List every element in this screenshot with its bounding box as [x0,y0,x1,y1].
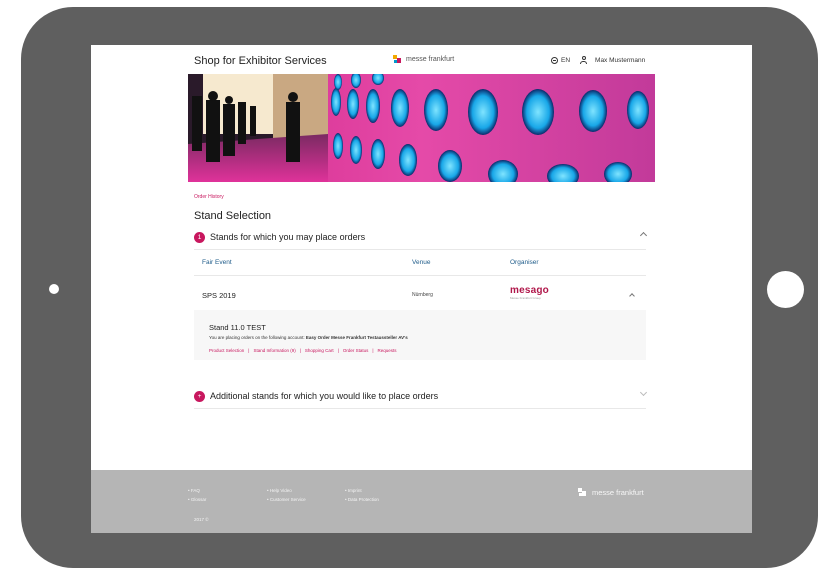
globe-icon[interactable] [551,56,558,64]
footer-col-1: • FAQ • Glossar [188,486,206,504]
camera-dot [49,284,59,294]
brand-logo[interactable]: messe frankfurt [393,55,454,64]
shop-title: Shop for Exhibitor Services [194,55,327,67]
footer-link-help-video[interactable]: • Help Video [267,486,306,495]
screen: Shop for Exhibitor Services messe frankf… [91,45,752,533]
page-title: Stand Selection [194,210,272,222]
breadcrumb-order-history[interactable]: Order History [194,194,224,200]
language-selector[interactable]: EN [561,57,570,64]
footer-col-2: • Help Video • Customer Service [267,486,306,504]
column-header-fair-event: Fair Event [202,259,232,266]
plus-icon[interactable]: + [194,390,205,402]
link-shopping-cart[interactable]: Shopping Cart [305,348,334,353]
messe-frankfurt-logo-icon [393,55,402,64]
footer: • FAQ • Glossar • Help Video • Customer … [91,470,752,533]
footer-brand-name: messe frankfurt [592,488,644,497]
header-right: EN Max Mustermann [551,56,645,64]
column-header-organiser: Organiser [510,259,539,266]
divider [194,275,646,276]
brand-name: messe frankfurt [406,56,455,63]
link-requests[interactable]: Requests [378,348,397,353]
organiser-logo: mesago Messe Frankfurt Group [510,285,549,301]
section-stands-header[interactable]: 1 Stands for which you may place orders [194,230,648,244]
organiser-logo-subtitle: Messe Frankfurt Group [510,296,541,300]
footer-link-customer-service[interactable]: • Customer Service [267,495,306,504]
section-additional-stands-header[interactable]: + Additional stands for which you would … [194,388,648,403]
header: Shop for Exhibitor Services messe frankf… [91,45,752,73]
column-header-venue: Venue [412,259,431,266]
footer-copyright: 2017 © [194,517,209,522]
footer-link-glossar[interactable]: • Glossar [188,495,206,504]
stand-account-name: Easy Order Messe Frankfurt Testausstelle… [305,335,408,340]
footer-link-imprint[interactable]: • Imprint [345,486,379,495]
venue-name: Nürnberg [412,292,433,298]
link-stand-information[interactable]: Stand Information (9) [253,348,295,353]
chevron-down-icon[interactable] [639,388,648,397]
section-title: Stands for which you may place orders [210,232,366,242]
stand-account-info: You are placing orders on the following … [209,335,408,340]
stand-account-prefix: You are placing orders on the following … [209,335,305,340]
organiser-logo-text: mesago [510,285,549,296]
footer-link-data-protection[interactable]: • Data Protection [345,495,379,504]
section-title: Additional stands for which you would li… [210,391,439,401]
user-icon[interactable] [580,56,588,64]
stand-name: Stand 11.0 TEST [209,323,266,332]
chevron-up-icon[interactable] [639,231,648,240]
divider [194,408,646,409]
hero-image [188,74,655,182]
user-name[interactable]: Max Mustermann [595,57,645,64]
link-order-status[interactable]: Order Status [343,348,369,353]
chevron-up-icon[interactable] [629,293,635,299]
home-button[interactable] [767,271,804,308]
messe-frankfurt-logo-icon [578,488,587,497]
stand-links: Product Selection | Stand Information (9)… [209,348,397,353]
link-product-selection[interactable]: Product Selection [209,348,244,353]
divider [194,249,646,250]
fair-event-name[interactable]: SPS 2019 [202,291,236,300]
footer-col-3: • Imprint • Data Protection [345,486,379,504]
footer-link-faq[interactable]: • FAQ [188,486,206,495]
footer-brand-logo: messe frankfurt [578,488,644,497]
step-number-badge: 1 [194,231,205,243]
